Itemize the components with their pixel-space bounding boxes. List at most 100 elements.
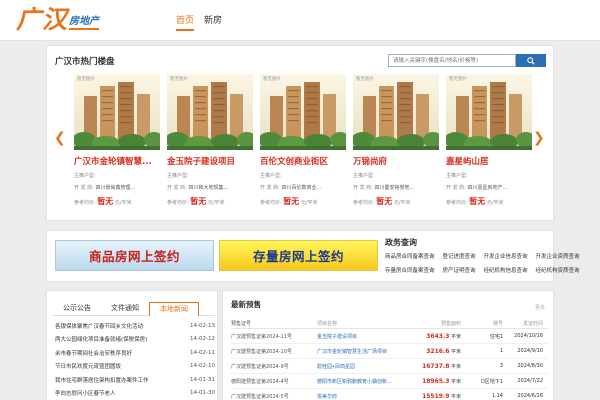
table-header: 预售证号 项目名称 预售面积 楼号 发证时间 [231, 318, 549, 329]
developer-label: 开 发 商: [74, 185, 94, 191]
price-value: 暂无 [283, 197, 300, 206]
property-card[interactable]: 暂无图片 嘉星屿山居 主推户型: 开 发 商: 四川嘉星房地产... 参考均价: 暂无 … [446, 74, 532, 214]
tab-documents[interactable]: 文件通知 [101, 303, 149, 315]
news-title[interactable]: 各银保体聚焦广汉春节回乡文化活动 [55, 322, 175, 330]
carousel-prev-button[interactable]: ❮ [54, 131, 66, 145]
area-unit: 平米 [450, 378, 461, 385]
property-image[interactable]: 暂无图片 [167, 74, 253, 150]
list-item[interactable]: 节日市民欢度元宵暨团圆饭 14-02-10 [55, 360, 215, 374]
search-button[interactable] [516, 54, 546, 67]
search-input[interactable] [388, 54, 516, 67]
table-row[interactable]: 德阳建预售证第2024-4号 德阳市新区新鸦鹏教育小镇创新... 18965.3 平… [231, 374, 549, 389]
issue-date: 2024/8/30 [517, 363, 543, 369]
developer-label: 开 发 商: [353, 185, 373, 191]
property-image[interactable]: 暂无图片 [353, 74, 439, 150]
gov-link[interactable]: 开发企业信息查询 [484, 252, 528, 260]
property-search [388, 54, 546, 67]
carousel-next-button[interactable]: ❯ [533, 131, 545, 145]
more-link[interactable]: 更多 [535, 304, 545, 311]
site-logo[interactable]: 广汉 房地产 [16, 5, 100, 35]
gov-link[interactable]: 商品房合同备案查询 [385, 252, 435, 260]
banner-text: 商品房网上签约 [88, 249, 180, 264]
building-photo [167, 74, 253, 150]
gov-query-title: 政务查询 [385, 238, 417, 247]
price-unit: 元/平米 [486, 200, 504, 206]
gov-link[interactable]: 经纪机构资质查询 [536, 266, 580, 274]
price-unit: 元/平米 [300, 200, 318, 206]
price-value: 暂无 [190, 197, 207, 206]
property-name[interactable]: 嘉星屿山居 [446, 155, 532, 167]
presale-title: 最新预售 [231, 300, 261, 309]
price-label: 参考均价: [167, 200, 189, 206]
property-image[interactable]: 暂无图片 [74, 74, 160, 150]
resale-contract-banner[interactable]: 存量房网上签约 [219, 240, 378, 271]
tab-announcements[interactable]: 公示公告 [53, 303, 101, 315]
nav-home[interactable]: 首页 [176, 13, 195, 31]
gov-link[interactable]: 登记进度查询 [443, 252, 476, 260]
project-name[interactable]: 金玉院子建设项目 [317, 333, 409, 340]
gov-link[interactable]: 存量房合同备案查询 [385, 266, 435, 274]
table-row[interactable]: 广汉建预售证第2024-11号 金玉院子建设项目 3643.3 平米 住宅1 2024/… [231, 329, 549, 344]
notice-tabs: 公示公告 文件通知 本地新闻 [53, 302, 215, 316]
logo-sub-text: 房地产 [69, 16, 100, 30]
presale-area: 16737.8 平米 [409, 363, 461, 370]
presale-panel: 最新预售 更多 预售证号 项目名称 预售面积 楼号 发证时间 广汉建预售证第20… [222, 290, 554, 400]
property-name[interactable]: 百伦文创商业街区 [260, 155, 346, 167]
property-card[interactable]: 暂无图片 万锦尚府 主推户型: 开 发 商: 四川蜀安裕誉地... 参考均价: 暂无 元… [353, 74, 439, 214]
developer-label: 开 发 商: [446, 185, 466, 191]
nav-new-homes[interactable]: 新房 [204, 13, 222, 31]
developer-value: 四川嘉星房地产... [467, 185, 508, 191]
main-nav: 首页 新房 [176, 13, 222, 31]
developer-row: 开 发 商: 四川和大地现集... [167, 184, 253, 191]
type-label: 主推户型: [353, 173, 375, 179]
news-date: 14-02-13 [190, 322, 215, 329]
list-item[interactable]: 余市春节期间社会治安秩序良好 14-02-11 [55, 346, 215, 360]
property-type-row: 主推户型: [167, 172, 253, 179]
gov-query-links: 商品房合同备案查询 登记进度查询 开发企业信息查询 开发企业资质查询 存量房合同… [385, 252, 580, 274]
table-row[interactable]: 广汉建预售证第2024-9号 碧桂园•凤鸣星园 16737.8 平米 3 2024/8/… [231, 359, 549, 374]
project-name[interactable]: 悦美华府 [317, 393, 409, 400]
gov-link[interactable]: 经纪机构信息查询 [484, 266, 528, 274]
table-row[interactable]: 广汉建预售证第2024-10号 广汉市金轮镇智慧生活广场项目 3216.6 平米 1 2… [231, 344, 549, 359]
cert-number: 广汉建预售证第2024-5号 [231, 393, 289, 400]
property-card[interactable]: 暂无图片 百伦文创商业街区 主推户型: 开 发 商: 四川百伦数商业... 参考均价: … [260, 74, 346, 214]
news-title[interactable]: 余市春节期间社会治安秩序良好 [55, 349, 175, 357]
news-title[interactable]: 节日市民欢度元宵暨团圆饭 [55, 362, 175, 370]
price-value: 暂无 [469, 197, 486, 206]
property-name[interactable]: 金玉院子建设项目 [167, 155, 253, 167]
property-card[interactable]: 暂无图片 金玉院子建设项目 主推户型: 开 发 商: 四川和大地现集... 参考均价: … [167, 74, 253, 214]
issue-date: 2024/6/26 [517, 393, 543, 399]
property-type-row: 主推户型: [353, 172, 439, 179]
area-value: 18965.3 [422, 377, 450, 385]
cert-number: 德阳建预售证第2024-4号 [231, 378, 289, 385]
property-image[interactable]: 暂无图片 [446, 74, 532, 150]
type-label: 主推户型: [446, 173, 468, 179]
price-unit: 元/平米 [207, 200, 225, 206]
column-header: 预售面积 [440, 320, 461, 327]
column-header: 楼号 [492, 320, 503, 327]
gov-link[interactable]: 房产证明查询 [443, 266, 476, 274]
no-image-tag: 暂无图片 [263, 77, 281, 82]
project-name[interactable]: 广汉市金轮镇智慧生活广场项目 [317, 348, 409, 355]
property-name[interactable]: 万锦尚府 [353, 155, 439, 167]
project-name[interactable]: 碧桂园•凤鸣星园 [317, 363, 409, 370]
list-item[interactable]: 我市住宅群落居住架构扣置办案件工作 14-01-31 [55, 373, 215, 387]
list-item[interactable]: 各银保体聚焦广汉春节回乡文化活动 14-02-13 [55, 319, 215, 333]
area-unit: 平米 [450, 348, 461, 355]
news-date: 14-02-10 [190, 363, 215, 370]
news-title[interactable]: 李向志慰问小区春节老人 [55, 389, 175, 397]
news-title[interactable]: 两大公园绿化项目准备就绪(保税保房) [55, 335, 175, 343]
table-row[interactable]: 广汉建预售证第2024-5号 悦美华府 15519.9 平米 1.14 2024/6/2… [231, 389, 549, 400]
property-name[interactable]: 广汉市金轮镇智慧... [74, 155, 160, 167]
gov-link[interactable]: 开发企业资质查询 [536, 252, 580, 260]
tab-local-news[interactable]: 本地新闻 [149, 302, 199, 316]
list-item[interactable]: 两大公园绿化项目准备就绪(保税保房) 14-02-12 [55, 333, 215, 347]
news-date: 14-02-12 [190, 336, 215, 343]
property-image[interactable]: 暂无图片 [260, 74, 346, 150]
news-title[interactable]: 我市住宅群落居住架构扣置办案件工作 [55, 376, 175, 384]
new-home-contract-banner[interactable]: 商品房网上签约 [55, 240, 214, 271]
property-card[interactable]: 暂无图片 广汉市金轮镇智慧... 主推户型: 开 发 商: 四川景尚鑫管理... 参考均… [74, 74, 160, 214]
property-type-row: 主推户型: [74, 172, 160, 179]
project-name[interactable]: 德阳市新区新鸦鹏教育小镇创新... [317, 378, 409, 385]
list-item[interactable]: 李向志慰问小区春节老人 14-01-30 [55, 387, 215, 400]
